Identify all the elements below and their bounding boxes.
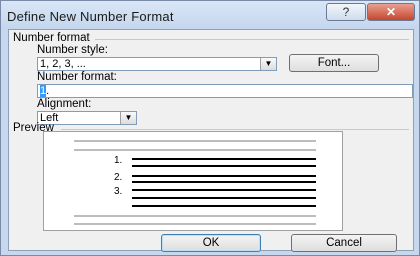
ok-button[interactable]: OK	[161, 234, 261, 252]
title-bar[interactable]: Define New Number Format ? ✕	[1, 1, 419, 29]
preview-item-number: 3.	[114, 186, 122, 197]
number-format-heading: Number format	[13, 32, 90, 44]
help-button[interactable]: ?	[326, 3, 366, 21]
cancel-button[interactable]: Cancel	[291, 234, 397, 252]
number-style-value: 1, 2, 3, ...	[40, 58, 86, 70]
number-style-label: Number style:	[37, 44, 108, 56]
preview-text-lines	[132, 158, 316, 207]
close-icon: ✕	[385, 5, 397, 19]
number-format-label: Number format:	[37, 71, 117, 83]
preview-item-number: 2.	[114, 172, 122, 183]
dialog-window: Define New Number Format ? ✕ Number form…	[0, 0, 420, 256]
alignment-label: Alignment:	[37, 98, 92, 110]
group-divider	[61, 129, 409, 130]
group-divider	[95, 39, 409, 40]
preview-pane: 1. 2. 3.	[43, 131, 343, 231]
preview-canvas: 1. 2. 3.	[74, 140, 316, 225]
number-format-text: .	[46, 85, 50, 97]
number-format-input[interactable]: 1.	[37, 84, 413, 98]
preview-item-number: 1.	[114, 155, 122, 166]
chevron-down-icon[interactable]: ▼	[260, 58, 276, 70]
help-icon: ?	[342, 5, 350, 19]
chevron-down-icon[interactable]: ▼	[120, 112, 136, 124]
dialog-body: Number format Number style: 1, 2, 3, ...…	[8, 29, 414, 252]
close-button[interactable]: ✕	[367, 3, 415, 21]
font-button[interactable]: Font...	[289, 54, 379, 72]
number-style-select[interactable]: 1, 2, 3, ... ▼	[37, 57, 277, 71]
dialog-title: Define New Number Format	[7, 9, 174, 24]
